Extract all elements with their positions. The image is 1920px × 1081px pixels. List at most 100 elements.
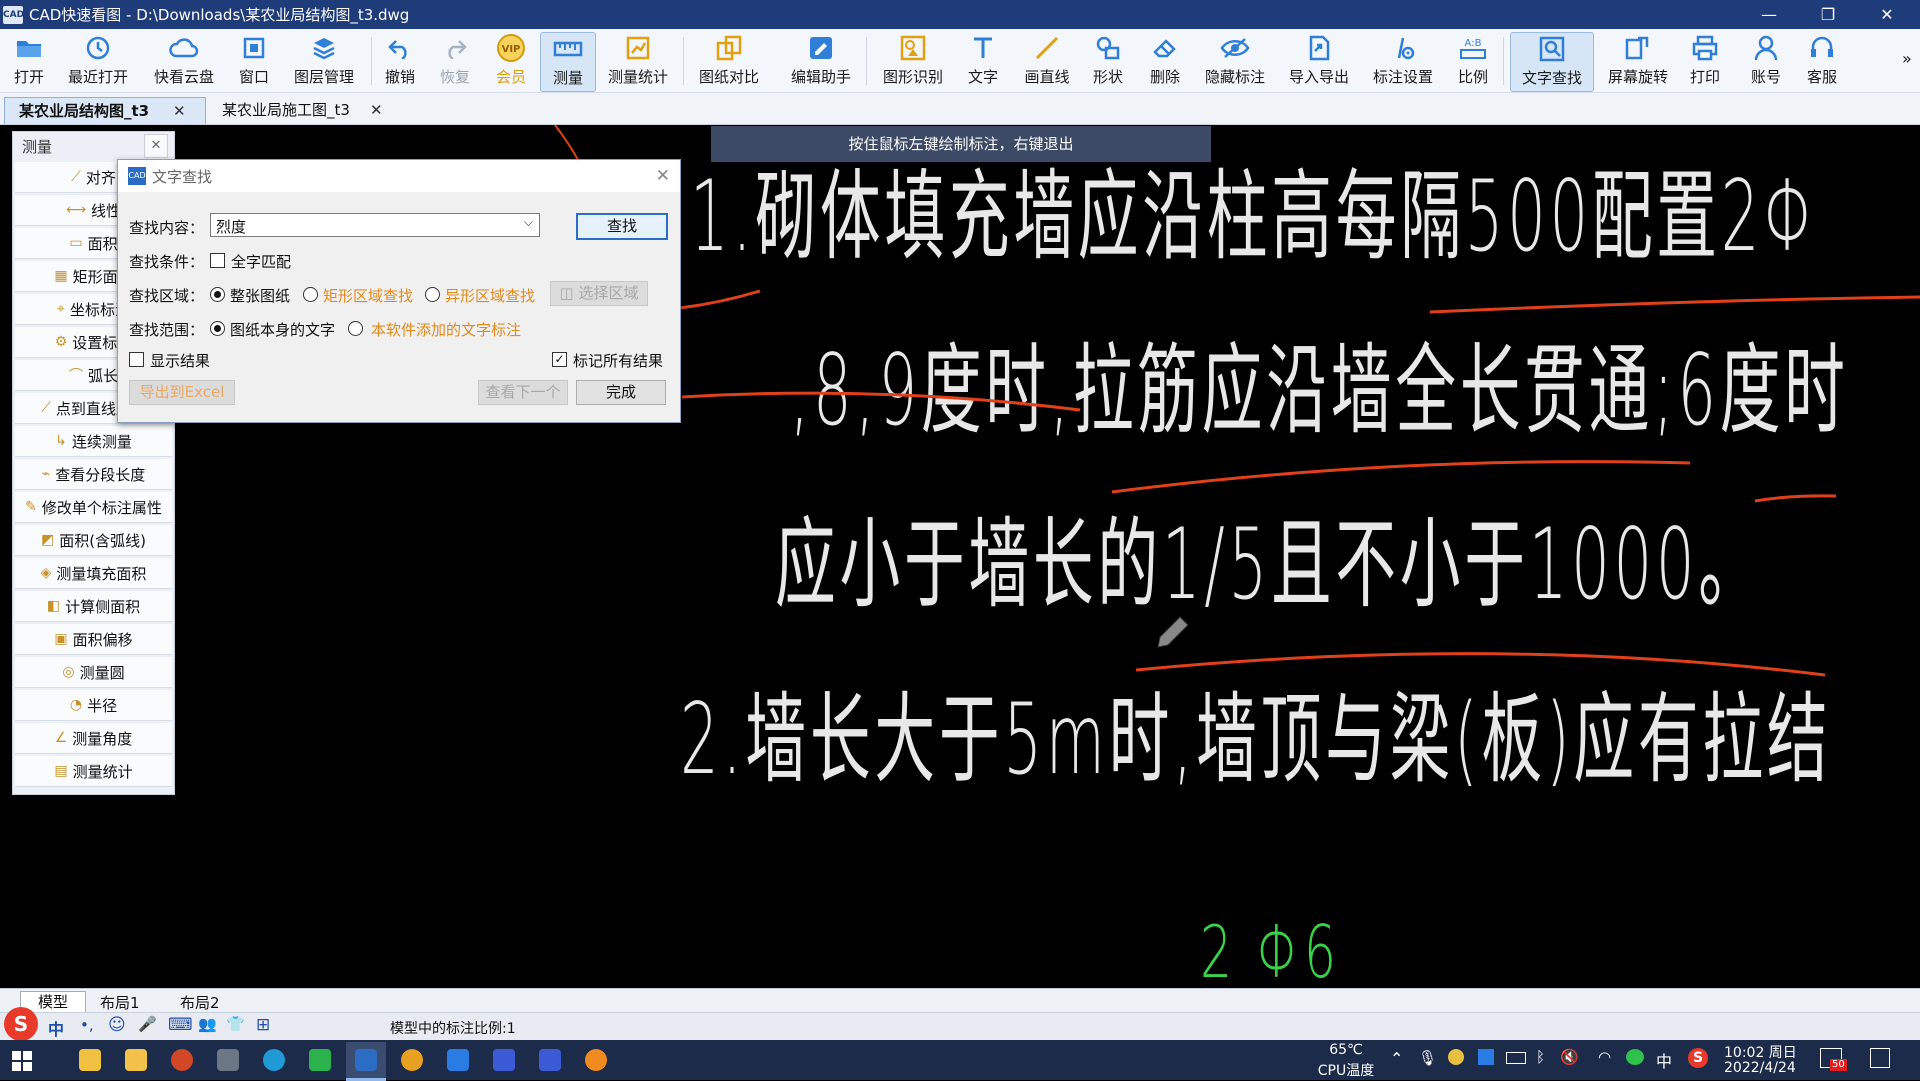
text-button[interactable]: 文字 (965, 32, 1001, 90)
ime-user-icon[interactable]: 👥 (198, 1015, 217, 1033)
ime-keyboard-icon[interactable]: ⌨ (168, 1015, 193, 1035)
chrome-browser-icon[interactable] (401, 1049, 423, 1071)
minimize-button[interactable]: — (1740, 0, 1798, 29)
clock-date[interactable]: 2022/4/24 (1724, 1060, 1796, 1076)
measure-item-side-area[interactable]: ◧ 计算侧面积 (15, 591, 172, 622)
measure-item-area-offset[interactable]: ▣ 面积偏移 (15, 624, 172, 655)
measure-item-radius[interactable]: ◔ 半径 (15, 690, 172, 721)
measure-item-edit-annotation[interactable]: ✎ 修改单个标注属性 (15, 492, 172, 523)
measure-item-stats[interactable]: ▤ 测量统计 (15, 756, 172, 787)
app-icon-blue[interactable] (493, 1049, 515, 1071)
window-button[interactable]: 窗口 (236, 32, 272, 90)
find-button[interactable]: 查找 (576, 213, 668, 240)
feishu-icon[interactable] (447, 1049, 469, 1071)
search-content-combobox[interactable]: 烈度 ⌵ (210, 213, 540, 237)
sticky-notes-icon[interactable] (79, 1049, 101, 1071)
wifi-icon[interactable]: ◠ (1598, 1048, 1611, 1066)
spreadsheet-icon[interactable] (309, 1049, 331, 1071)
windows-start-icon[interactable] (12, 1051, 32, 1071)
ime-emoji-icon[interactable]: ☺ (108, 1015, 126, 1035)
close-window-button[interactable]: ✕ (1858, 0, 1916, 29)
restore-button[interactable]: ❐ (1799, 0, 1857, 29)
cloud-drive-button[interactable]: 快看云盘 (152, 32, 216, 90)
search-input[interactable]: 烈度 (216, 216, 246, 237)
calculator-icon[interactable] (217, 1049, 239, 1071)
sogou-tray-icon[interactable]: S (1688, 1048, 1708, 1068)
recent-open-button[interactable]: 最近打开 (66, 32, 130, 90)
close-tab-icon[interactable]: ✕ (173, 98, 186, 124)
print-button[interactable]: 打印 (1687, 32, 1723, 90)
done-button[interactable]: 完成 (576, 380, 666, 405)
ime-skin-icon[interactable]: 👕 (226, 1015, 245, 1033)
measure-item-circle[interactable]: ◎ 测量圆 (15, 657, 172, 688)
measure-item-segment-length[interactable]: ⌁ 查看分段长度 (15, 459, 172, 490)
ime-lang-icon[interactable]: 中 (48, 1016, 64, 1040)
battery-icon[interactable] (1506, 1052, 1526, 1064)
text-search-button[interactable]: 文字查找 (1510, 32, 1594, 92)
import-export-button[interactable]: 导入导出 (1285, 32, 1353, 90)
layer-manager-button[interactable]: 图层管理 (292, 32, 356, 90)
export-excel-button[interactable]: 导出到Excel (129, 380, 235, 405)
area-rect-radio[interactable] (303, 287, 318, 302)
scale-button[interactable]: A:B 比例 (1455, 32, 1491, 90)
measure-button[interactable]: 测量 (540, 32, 596, 92)
cad-viewer-taskbar-item[interactable] (346, 1042, 386, 1081)
area-whole-radio[interactable] (210, 287, 225, 302)
scope-software-radio[interactable] (348, 321, 363, 336)
volume-muted-icon[interactable]: 🔇 (1560, 1048, 1579, 1066)
compare-drawings-button[interactable]: 图纸对比 (695, 32, 763, 90)
measure-item-area-arc[interactable]: ◩ 面积(含弧线) (15, 525, 172, 556)
whole-match-checkbox[interactable] (210, 253, 225, 268)
powerpoint-icon[interactable] (171, 1049, 193, 1071)
undo-button[interactable]: 撤销 (382, 32, 418, 90)
shape-button[interactable]: 形状 (1090, 32, 1126, 90)
delete-button[interactable]: 删除 (1147, 32, 1183, 90)
close-tab-icon[interactable]: ✕ (370, 97, 383, 123)
tray-app-icon[interactable] (1478, 1049, 1494, 1065)
open-button[interactable]: 打开 (8, 32, 50, 90)
wechat-icon[interactable] (1626, 1049, 1644, 1065)
dialog-close-button[interactable]: ✕ (656, 166, 670, 186)
clock-time[interactable]: 10:02 周日 (1724, 1042, 1797, 1062)
app-icon-blue-2[interactable] (539, 1049, 561, 1071)
ime-toolbox-icon[interactable]: ⊞ (256, 1015, 270, 1035)
measure-item-continuous[interactable]: ↳ 连续测量 (15, 426, 172, 457)
measure-stats-button[interactable]: 测量统计 (606, 32, 670, 90)
select-area-button[interactable]: ◫ 选择区域 (550, 281, 648, 306)
sogou-ime-icon[interactable]: S (4, 1007, 38, 1041)
mark-all-checkbox[interactable]: ✓ (552, 352, 567, 367)
area-irregular-radio[interactable] (425, 287, 440, 302)
edge-browser-icon[interactable] (263, 1049, 285, 1071)
chevron-down-icon[interactable]: ⌵ (524, 215, 533, 230)
chevron-up-icon[interactable]: ⌃ (1390, 1049, 1403, 1068)
bluetooth-icon[interactable]: ᛒ (1536, 1048, 1545, 1066)
find-next-button[interactable]: 查看下一个 (478, 380, 568, 405)
action-center-icon[interactable] (1870, 1048, 1890, 1068)
microphone-icon[interactable]: 🎙 (1418, 1049, 1437, 1067)
qq-icon[interactable] (1448, 1049, 1464, 1065)
tab-layout1[interactable]: 布局1 (100, 992, 140, 1013)
toolbar-overflow-button[interactable]: » (1902, 49, 1912, 68)
shape-recognition-button[interactable]: 图形识别 (879, 32, 947, 90)
file-explorer-icon[interactable] (125, 1049, 147, 1071)
scope-drawing-radio[interactable] (210, 321, 225, 336)
app-icon-orange[interactable] (585, 1049, 607, 1071)
customer-service-button[interactable]: 客服 (1804, 32, 1840, 90)
measure-item-fill-area[interactable]: ◈ 测量填充面积 (15, 558, 172, 589)
annotation-settings-button[interactable]: 标注设置 (1369, 32, 1437, 90)
tab-construction-drawing[interactable]: 某农业局施工图_t3 ✕ (208, 97, 402, 123)
measure-item-angle[interactable]: ∠ 测量角度 (15, 723, 172, 754)
draw-line-button[interactable]: 画直线 (1021, 32, 1073, 90)
input-language-icon[interactable]: 中 (1656, 1048, 1672, 1072)
ime-punct-icon[interactable]: •, (80, 1016, 94, 1034)
tab-structure-drawing[interactable]: 某农业局结构图_t3 ✕ (4, 97, 206, 124)
hide-annotation-button[interactable]: 隐藏标注 (1201, 32, 1269, 90)
account-button[interactable]: 账号 (1748, 32, 1784, 90)
show-results-checkbox[interactable] (129, 352, 144, 367)
close-panel-button[interactable]: ✕ (144, 134, 168, 158)
edit-assistant-button[interactable]: 编辑助手 (787, 32, 855, 90)
vip-button[interactable]: VIP 会员 (493, 32, 529, 90)
tab-layout2[interactable]: 布局2 (180, 992, 220, 1013)
screen-rotate-button[interactable]: 屏幕旋转 (1604, 32, 1672, 90)
ime-voice-icon[interactable]: 🎤 (138, 1015, 157, 1033)
